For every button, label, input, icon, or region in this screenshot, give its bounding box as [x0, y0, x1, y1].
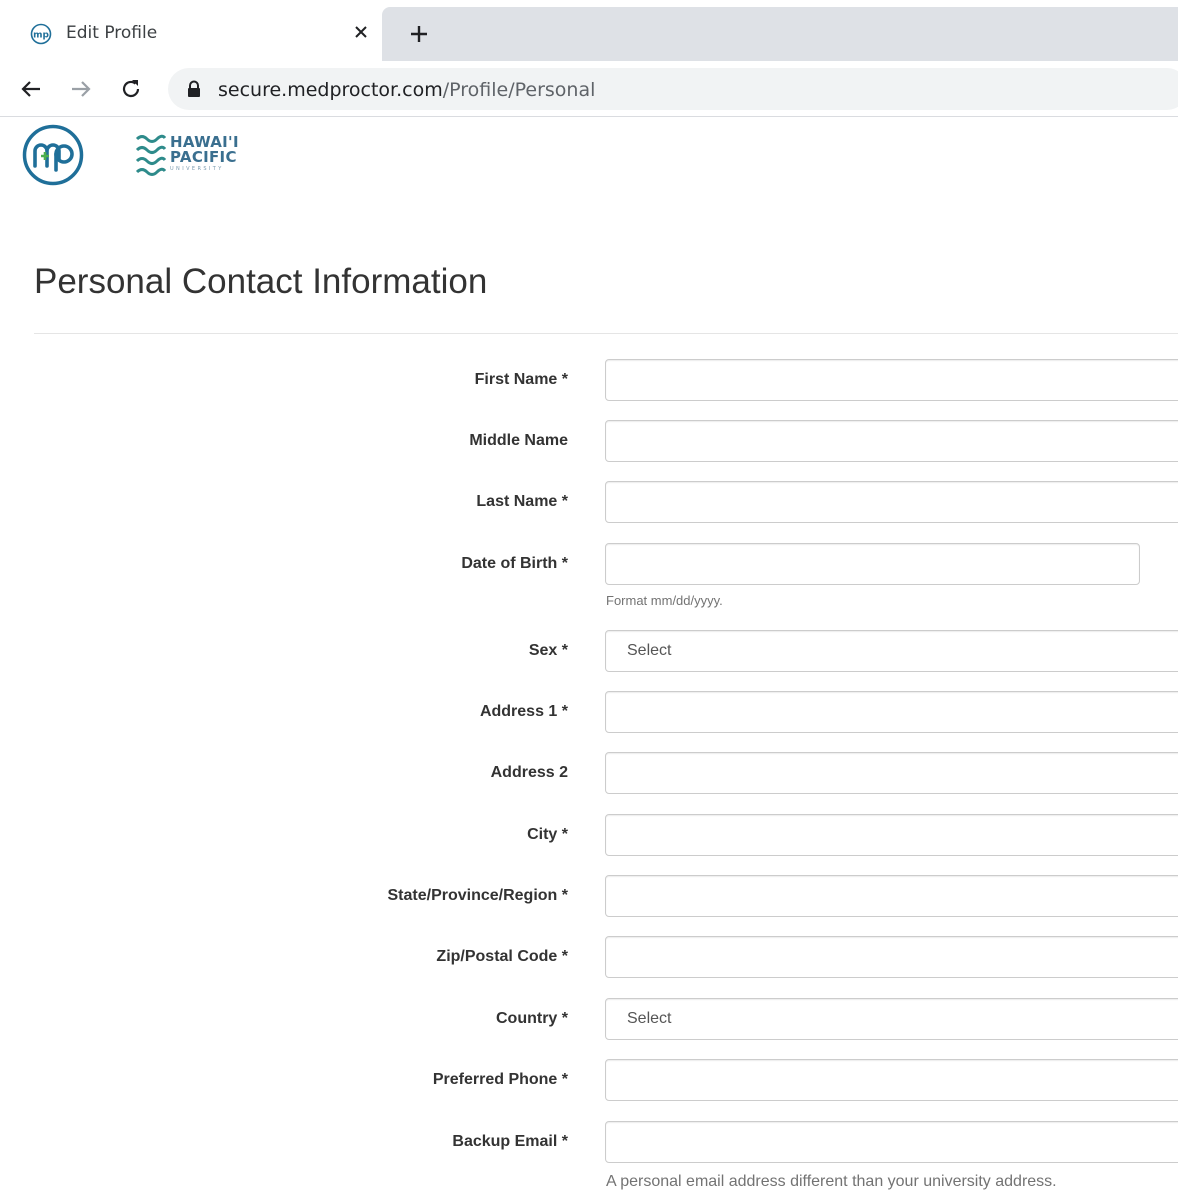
address2-label: Address 2 — [490, 764, 568, 781]
url-text[interactable]: secure.medproctor.com/Profile/Personal — [218, 79, 595, 101]
backup-email-row: Backup Email * — [0, 1121, 1178, 1163]
page-title: Personal Contact Information — [34, 262, 488, 301]
url-domain: secure.medproctor.com — [218, 79, 443, 101]
first-name-label: First Name * — [474, 371, 568, 388]
browser-toolbar: secure.medproctor.com/Profile/Personal — [0, 62, 1178, 117]
date-of-birth-help: Format mm/dd/yyyy. — [606, 593, 723, 608]
state-label: State/Province/Region * — [387, 887, 569, 904]
zip-input[interactable] — [605, 936, 1178, 978]
tab-strip-background — [382, 7, 1178, 61]
middle-name-input[interactable] — [605, 420, 1178, 462]
sex-selected-value: Select — [627, 642, 672, 659]
address1-label: Address 1 * — [479, 703, 568, 720]
backup-email-label: Backup Email * — [452, 1133, 568, 1150]
browser-tab-strip: mp Edit Profile — [0, 0, 1178, 62]
zip-row: Zip/Postal Code * — [0, 936, 1178, 978]
hpu-line2: PACIFIC — [170, 148, 237, 166]
sex-label: Sex * — [528, 642, 568, 659]
reload-icon[interactable] — [116, 74, 146, 104]
last-name-input[interactable] — [605, 481, 1178, 523]
zip-label: Zip/Postal Code * — [436, 948, 568, 965]
state-row: State/Province/Region * — [0, 875, 1178, 917]
medproctor-logo[interactable] — [22, 124, 84, 186]
middle-name-row: Middle Name — [0, 420, 1178, 462]
hpu-name: HAWAI'I PACIFIC — [170, 135, 239, 165]
address2-input[interactable] — [605, 752, 1178, 794]
hpu-wave-mark-icon — [135, 134, 166, 176]
browser-tab-edit-profile[interactable]: mp Edit Profile — [10, 7, 382, 62]
date-of-birth-label: Date of Birth * — [461, 555, 568, 572]
medproctor-favicon-icon: mp — [30, 23, 52, 45]
hawaii-pacific-university-logo[interactable]: HAWAI'I PACIFIC UNIVERSITY — [134, 133, 254, 179]
city-input[interactable] — [605, 814, 1178, 856]
last-name-label: Last Name * — [476, 493, 568, 510]
address1-input[interactable] — [605, 691, 1178, 733]
svg-text:mp: mp — [33, 31, 49, 41]
preferred-phone-label: Preferred Phone * — [432, 1071, 568, 1088]
city-label: City * — [527, 826, 568, 843]
state-input[interactable] — [605, 875, 1178, 917]
forward-arrow-icon[interactable] — [66, 74, 96, 104]
tab-title: Edit Profile — [66, 23, 158, 43]
middle-name-label: Middle Name — [469, 432, 568, 449]
preferred-phone-input[interactable] — [605, 1059, 1178, 1101]
address1-row: Address 1 * — [0, 691, 1178, 733]
last-name-row: Last Name * — [0, 481, 1178, 523]
country-label: Country * — [496, 1010, 568, 1027]
country-selected-value: Select — [627, 1010, 672, 1027]
lock-icon[interactable] — [186, 80, 202, 98]
city-row: City * — [0, 814, 1178, 856]
date-of-birth-input[interactable] — [605, 543, 1140, 585]
back-arrow-icon[interactable] — [16, 74, 46, 104]
address-bar[interactable]: secure.medproctor.com/Profile/Personal — [168, 68, 1178, 110]
country-select[interactable]: Select — [605, 998, 1178, 1040]
first-name-row: First Name * — [0, 359, 1178, 401]
title-divider — [34, 333, 1178, 334]
sex-select[interactable]: Select — [605, 630, 1178, 672]
date-of-birth-row: Date of Birth * — [0, 543, 1178, 585]
preferred-phone-row: Preferred Phone * — [0, 1059, 1178, 1101]
url-path: /Profile/Personal — [442, 79, 596, 101]
new-tab-icon[interactable] — [404, 19, 434, 49]
first-name-input[interactable] — [605, 359, 1178, 401]
sex-row: Sex * Select — [0, 630, 1178, 672]
address2-row: Address 2 — [0, 752, 1178, 794]
backup-email-input[interactable] — [605, 1121, 1178, 1163]
hpu-line3: UNIVERSITY — [170, 166, 224, 172]
country-row: Country * Select — [0, 998, 1178, 1040]
backup-email-help: A personal email address different than … — [606, 1173, 1057, 1190]
close-tab-icon[interactable] — [348, 19, 374, 45]
